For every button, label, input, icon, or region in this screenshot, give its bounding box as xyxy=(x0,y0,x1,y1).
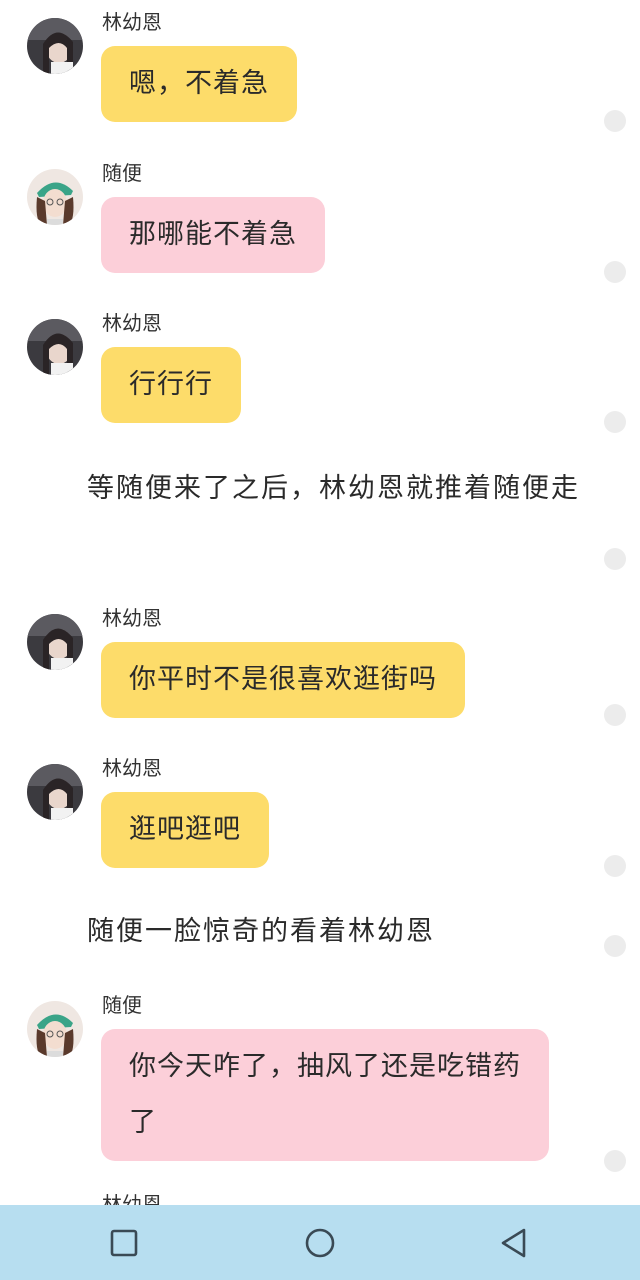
back-icon[interactable] xyxy=(494,1223,534,1263)
message-bubble[interactable]: 嗯，不着急 xyxy=(101,46,297,122)
sender-name: 随便 xyxy=(102,161,142,185)
select-dot[interactable] xyxy=(604,411,626,433)
avatar-suibian[interactable] xyxy=(27,169,83,225)
avatar-lin-youen[interactable] xyxy=(27,319,83,375)
message-bubble[interactable]: 你今天咋了，抽风了还是吃错药了 xyxy=(101,1029,549,1161)
message-bubble[interactable]: 你平时不是很喜欢逛街吗 xyxy=(101,642,465,718)
home-icon[interactable] xyxy=(300,1223,340,1263)
select-dot[interactable] xyxy=(604,548,626,570)
sender-name: 林幼恩 xyxy=(102,10,162,34)
avatar-lin-youen[interactable] xyxy=(27,614,83,670)
sender-name: 随便 xyxy=(102,993,142,1017)
chat-feed[interactable]: 林幼恩 嗯，不着急 随便 那哪能不着急 林幼恩 行行行 等随便来了之后，林幼恩就… xyxy=(0,0,640,1205)
select-dot[interactable] xyxy=(604,110,626,132)
message-bubble[interactable]: 行行行 xyxy=(101,347,241,423)
recent-apps-icon[interactable] xyxy=(104,1223,144,1263)
sender-name: 林幼恩 xyxy=(102,1192,162,1205)
sender-name: 林幼恩 xyxy=(102,606,162,630)
message-bubble[interactable]: 那哪能不着急 xyxy=(101,197,325,273)
avatar-lin-youen[interactable] xyxy=(27,764,83,820)
select-dot[interactable] xyxy=(604,704,626,726)
sender-name: 林幼恩 xyxy=(102,756,162,780)
narration-text: 随便一脸惊奇的看着林幼恩 xyxy=(87,916,435,947)
select-dot[interactable] xyxy=(604,261,626,283)
message-bubble[interactable]: 逛吧逛吧 xyxy=(101,792,269,868)
navigation-bar xyxy=(0,1205,640,1280)
select-dot[interactable] xyxy=(604,855,626,877)
avatar-suibian[interactable] xyxy=(27,1001,83,1057)
select-dot[interactable] xyxy=(604,1150,626,1172)
avatar-lin-youen[interactable] xyxy=(27,18,83,74)
sender-name: 林幼恩 xyxy=(102,311,162,335)
select-dot[interactable] xyxy=(604,935,626,957)
narration-text: 等随便来了之后，林幼恩就推着随便走 xyxy=(87,473,580,504)
